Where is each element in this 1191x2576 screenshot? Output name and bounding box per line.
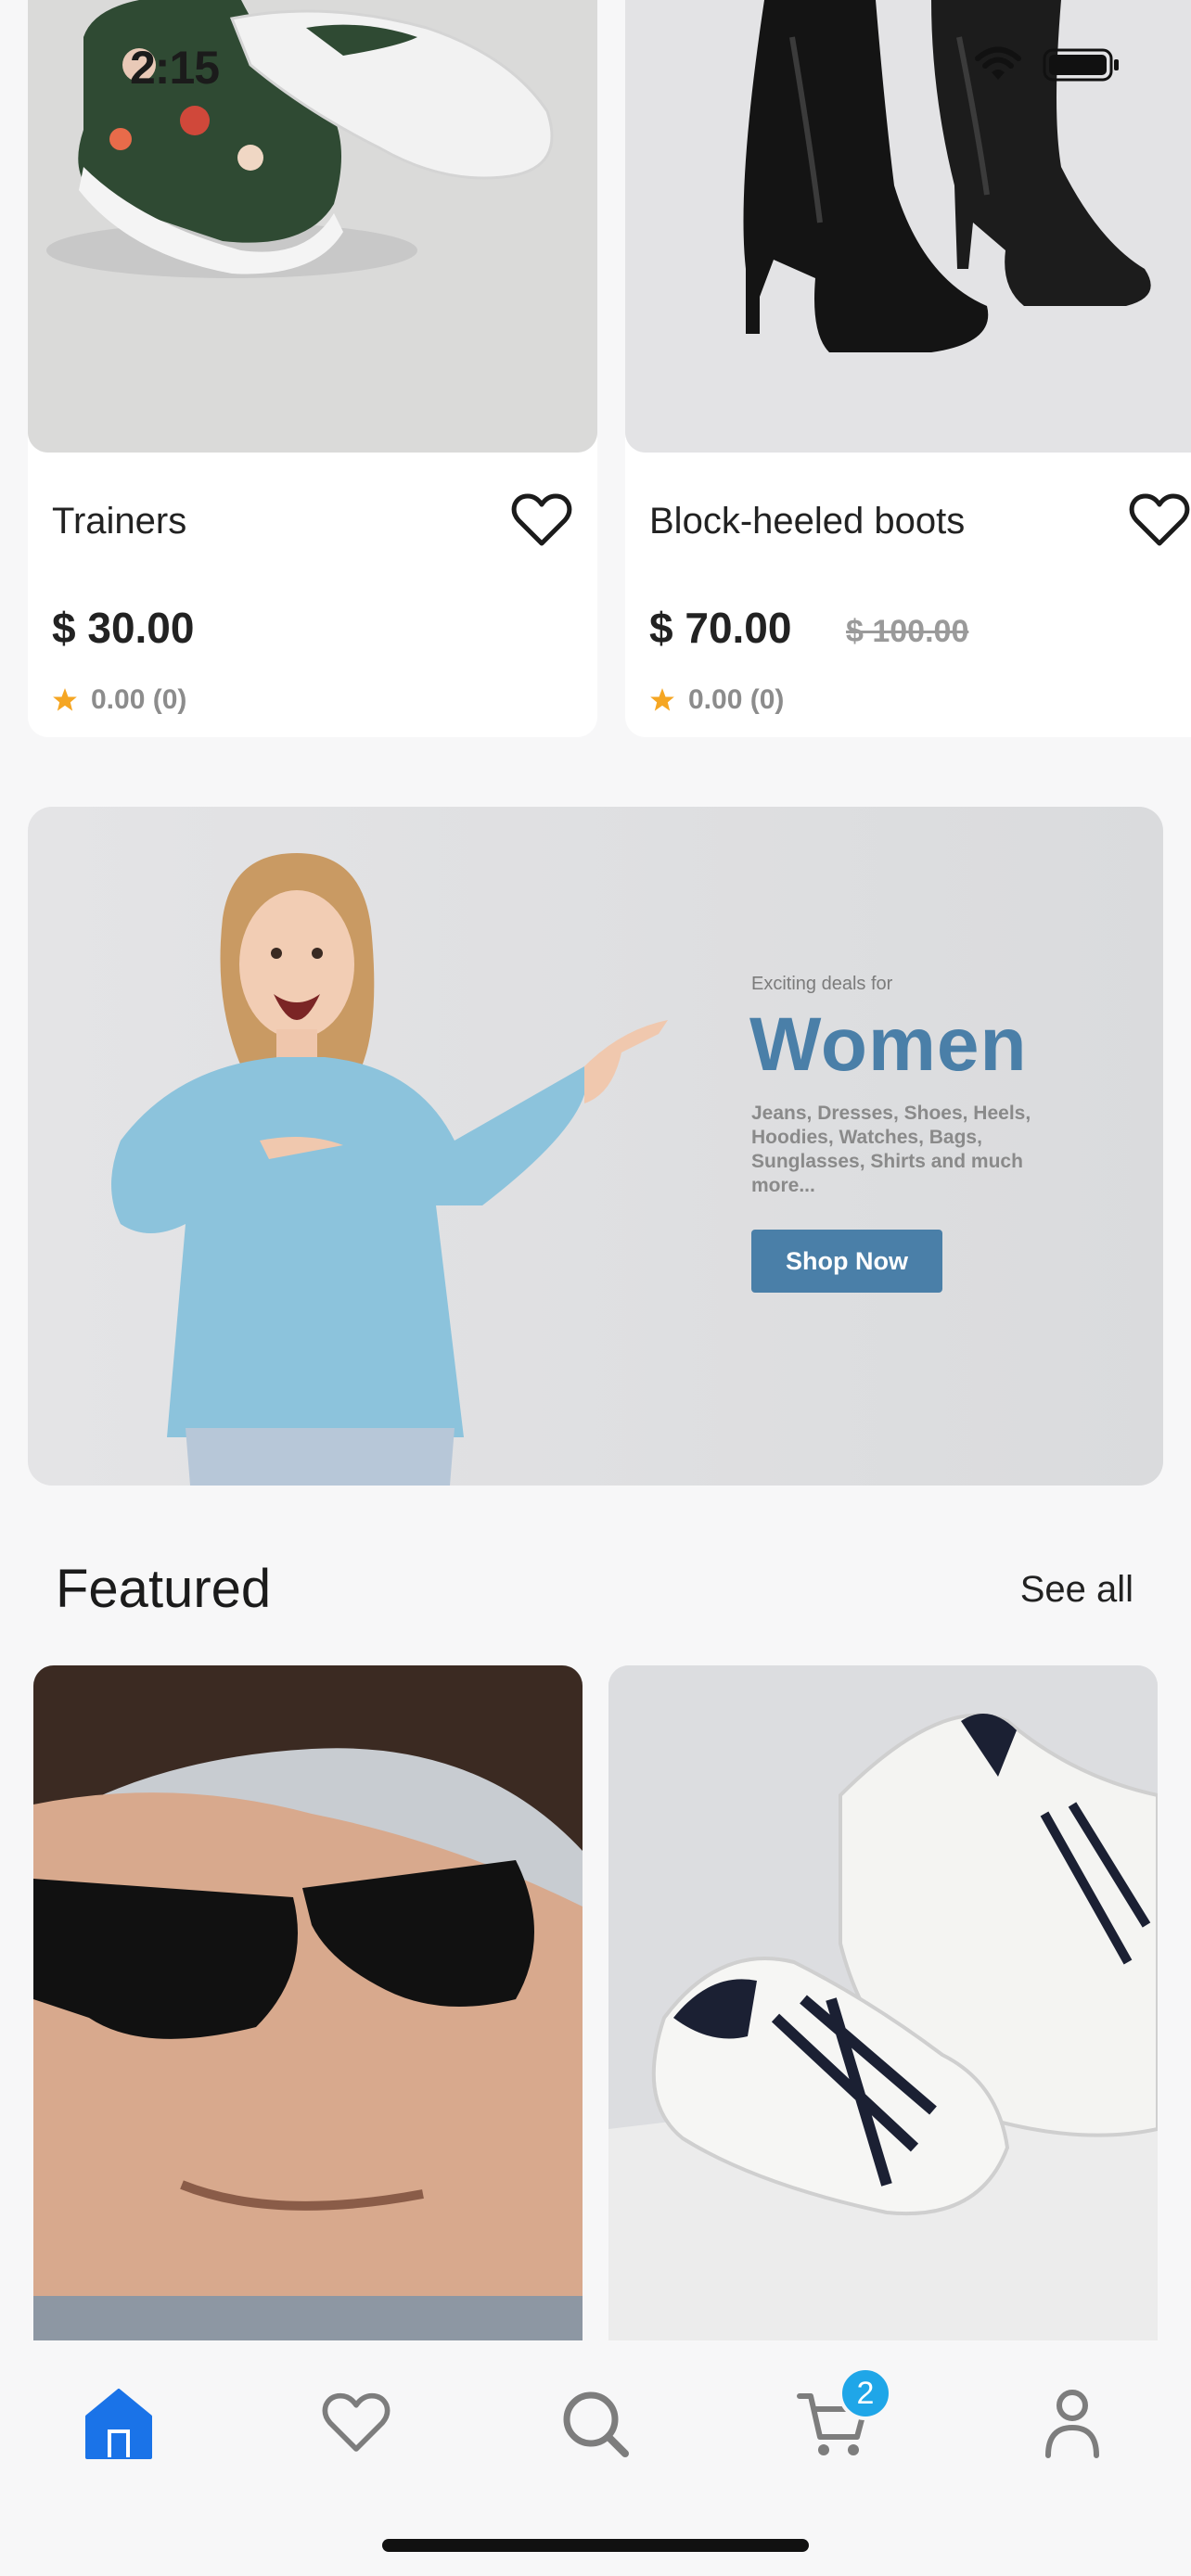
product-price: $ 70.00	[649, 604, 792, 652]
product-rating: 0.00 (0)	[649, 684, 784, 716]
rating-value: 0.00 (0)	[91, 684, 187, 715]
status-time: 2:15	[130, 42, 220, 94]
battery-icon	[1043, 48, 1119, 82]
favorite-button[interactable]	[1128, 491, 1191, 551]
wifi-icon	[975, 46, 1021, 80]
banner-title: Women	[749, 1002, 1028, 1087]
featured-item-sunglasses[interactable]	[33, 1665, 583, 2342]
heart-icon	[1129, 493, 1190, 546]
product-old-price: $ 100.00	[846, 614, 969, 649]
status-icons	[974, 46, 1121, 83]
product-name: Block-heeled boots	[649, 501, 966, 542]
star-icon	[53, 688, 77, 711]
product-card-boots[interactable]: Block-heeled boots $ 70.00 $ 100.00 0.00…	[625, 0, 1191, 737]
rating-value: 0.00 (0)	[688, 684, 785, 715]
tab-search[interactable]	[549, 2378, 642, 2470]
home-icon	[85, 2389, 152, 2459]
tab-home[interactable]	[72, 2378, 165, 2470]
product-rating: 0.00 (0)	[52, 684, 186, 716]
see-all-link[interactable]: See all	[1020, 1569, 1133, 1611]
featured-title: Featured	[56, 1559, 272, 1619]
search-icon	[563, 2391, 629, 2457]
tab-cart[interactable]: 2	[787, 2366, 892, 2470]
profile-icon	[1045, 2390, 1099, 2458]
cart-count-badge: 2	[839, 2366, 892, 2420]
banner-model-image	[65, 835, 714, 1486]
shop-now-button[interactable]: Shop Now	[751, 1230, 942, 1293]
tab-profile[interactable]	[1026, 2378, 1119, 2470]
tab-wishlist[interactable]	[310, 2378, 403, 2470]
featured-item-sneakers[interactable]	[608, 1665, 1158, 2342]
heart-icon	[322, 2392, 391, 2452]
featured-image-sneakers	[608, 1665, 1158, 2342]
product-card-trainers[interactable]: Trainers $ 30.00 0.00 (0)	[28, 0, 597, 737]
heart-icon	[511, 493, 572, 546]
favorite-button[interactable]	[510, 491, 573, 551]
promo-banner-women[interactable]: Exciting deals for Women Jeans, Dresses,…	[28, 807, 1163, 1486]
star-icon	[650, 688, 674, 711]
home-indicator	[382, 2539, 809, 2552]
featured-image-sunglasses	[33, 1665, 583, 2342]
product-image-trainers	[28, 0, 597, 453]
banner-kicker: Exciting deals for	[751, 974, 893, 994]
product-name: Trainers	[52, 501, 187, 542]
banner-description: Jeans, Dresses, Shoes, Heels, Hoodies, W…	[751, 1103, 1031, 1196]
product-price: $ 30.00	[52, 604, 195, 652]
